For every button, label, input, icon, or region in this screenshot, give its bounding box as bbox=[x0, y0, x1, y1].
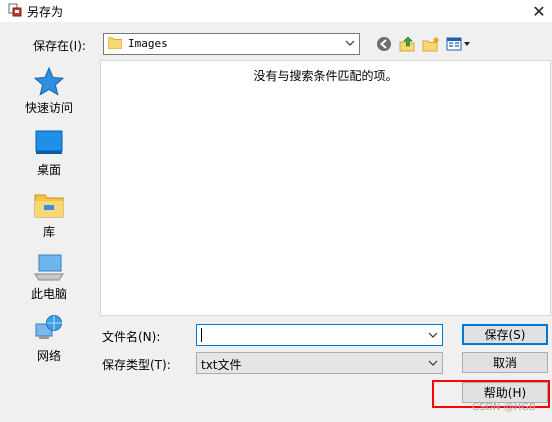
close-icon: ✕ bbox=[532, 1, 546, 21]
title-bar: 另存为 ✕ bbox=[0, 0, 552, 22]
window-title: 另存为 bbox=[27, 5, 64, 19]
up-folder-button[interactable] bbox=[398, 35, 416, 53]
computer-icon bbox=[34, 254, 64, 281]
save-in-value: Images bbox=[128, 37, 168, 50]
folder-icon bbox=[108, 37, 122, 49]
watermark: CSDN @HGB bbox=[472, 402, 536, 413]
save-in-combo[interactable]: Images bbox=[103, 33, 360, 55]
desktop-icon bbox=[35, 130, 63, 154]
place-desktop[interactable]: 桌面 bbox=[2, 128, 96, 190]
place-library[interactable]: 库 bbox=[2, 190, 96, 252]
place-this-pc[interactable]: 此电脑 bbox=[2, 252, 96, 314]
place-quick-access[interactable]: 快速访问 bbox=[2, 66, 96, 128]
star-icon bbox=[33, 66, 65, 96]
chevron-down-icon[interactable] bbox=[427, 356, 439, 370]
view-menu-button[interactable] bbox=[445, 35, 473, 53]
cancel-button[interactable]: 取消 bbox=[462, 352, 548, 373]
file-type-select[interactable]: txt文件 bbox=[196, 352, 443, 374]
file-type-label: 保存类型(T): bbox=[102, 358, 171, 372]
close-button[interactable]: ✕ bbox=[526, 0, 552, 22]
place-label: 桌面 bbox=[36, 163, 61, 177]
places-bar: 快速访问 桌面 库 此电脑 网络 bbox=[2, 60, 96, 418]
network-icon bbox=[35, 315, 62, 339]
save-in-label: 保存在(I): bbox=[33, 39, 86, 53]
file-name-label: 文件名(N): bbox=[102, 330, 161, 344]
place-label: 此电脑 bbox=[30, 287, 67, 301]
new-folder-icon bbox=[422, 37, 439, 52]
app-icon bbox=[8, 3, 22, 17]
text-caret bbox=[201, 328, 202, 342]
chevron-down-icon[interactable] bbox=[427, 328, 439, 342]
file-list[interactable]: 没有与搜索条件匹配的项。 bbox=[100, 60, 551, 316]
file-type-value: txt文件 bbox=[201, 358, 242, 372]
new-folder-button[interactable] bbox=[421, 35, 441, 53]
place-network[interactable]: 网络 bbox=[2, 314, 96, 376]
back-button[interactable] bbox=[375, 35, 393, 53]
back-arrow-icon bbox=[377, 37, 391, 51]
up-folder-icon bbox=[399, 36, 415, 52]
empty-list-message: 没有与搜索条件匹配的项。 bbox=[253, 69, 398, 83]
chevron-down-icon[interactable] bbox=[344, 36, 356, 50]
place-label: 快速访问 bbox=[24, 101, 73, 115]
view-menu-icon bbox=[446, 37, 470, 51]
file-name-input[interactable] bbox=[196, 324, 443, 346]
place-label: 网络 bbox=[36, 349, 61, 363]
library-icon bbox=[34, 194, 64, 218]
save-button[interactable]: 保存(S) bbox=[462, 324, 548, 345]
place-label: 库 bbox=[42, 225, 55, 239]
